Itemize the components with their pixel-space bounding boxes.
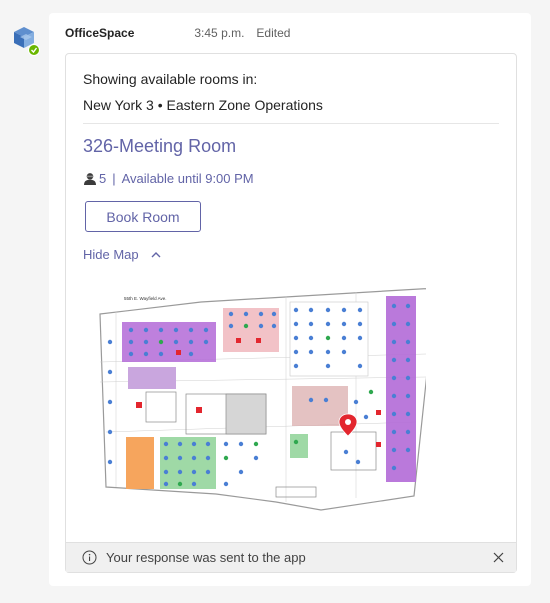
map-street-label: 55th E. Wayfield Ave. [124, 296, 167, 301]
room-meta: 5 | Available until 9:00 PM [83, 171, 254, 186]
room-capacity: 5 [99, 171, 107, 186]
officespace-logo-icon [14, 27, 40, 56]
close-icon[interactable] [493, 552, 504, 563]
showing-label: Showing available rooms in: [83, 71, 258, 87]
divider [83, 123, 499, 124]
message-header: OfficeSpace 3:45 p.m. Edited [65, 26, 290, 40]
edited-label: Edited [256, 26, 291, 40]
room-name[interactable]: 326-Meeting Room [83, 136, 236, 157]
meta-separator: | [112, 171, 116, 186]
banner-text: Your response was sent to the app [106, 550, 306, 565]
response-banner: Your response was sent to the app [66, 542, 516, 572]
book-room-button[interactable]: Book Room [85, 201, 201, 232]
person-icon [84, 172, 96, 185]
hide-map-label: Hide Map [83, 247, 139, 262]
sender-name: OfficeSpace [65, 26, 135, 40]
location-label: New York 3 • Eastern Zone Operations [83, 97, 323, 113]
message-time: 3:45 p.m. [194, 26, 245, 40]
chevron-up-icon [151, 252, 161, 258]
chat-message: OfficeSpace 3:45 p.m. Edited Showing ava… [49, 13, 531, 586]
adaptive-card: Showing available rooms in: New York 3 •… [65, 53, 517, 573]
hide-map-toggle[interactable]: Hide Map [83, 247, 161, 262]
floor-plan-map[interactable]: 55th E. Wayfield Ave. [96, 282, 426, 514]
room-availability: Available until 9:00 PM [121, 171, 254, 186]
info-icon [82, 550, 97, 565]
